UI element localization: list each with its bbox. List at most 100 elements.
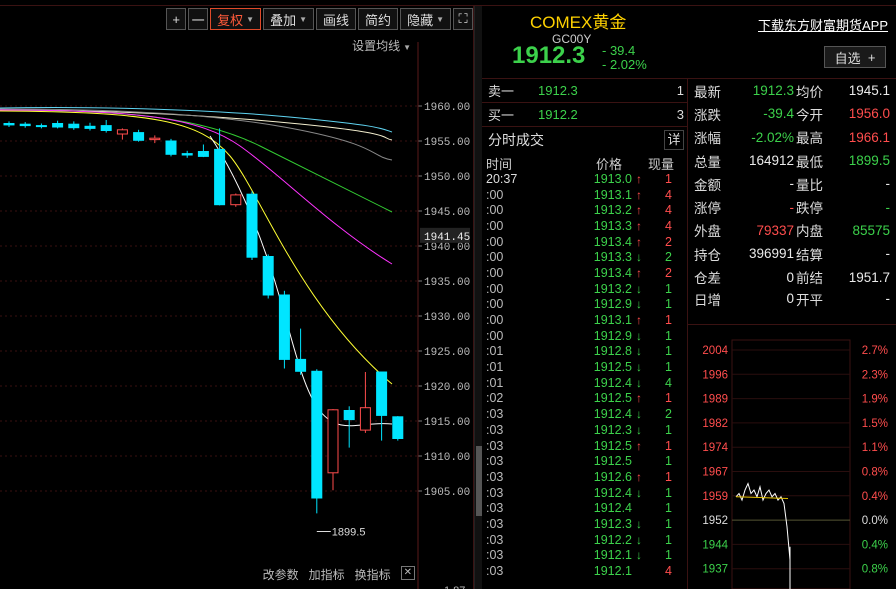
arrow-down-icon: ↓ <box>636 328 642 343</box>
stat-label: 外盘 <box>694 224 721 240</box>
adjust-button[interactable]: 复权 ▼ <box>210 8 262 30</box>
tick-time: :00 <box>486 328 504 343</box>
tick-row: :03 1912.6 ↑ 1 <box>486 469 686 485</box>
tick-price: 1912.9 <box>593 297 632 312</box>
tick-volume: 1 <box>665 454 672 469</box>
candle-body <box>52 123 64 128</box>
bid-price: 1912.2 <box>538 106 578 122</box>
candle-body <box>278 294 290 360</box>
chevron-down-icon: ▼ <box>403 43 411 52</box>
arrow-down-icon: ↓ <box>636 407 642 422</box>
hide-button[interactable]: 隐藏 ▼ <box>400 8 451 30</box>
zoom-in-button[interactable]: + <box>166 8 187 30</box>
tick-volume: 1 <box>665 438 672 453</box>
swap-indicator-link[interactable]: 换指标 <box>355 566 391 583</box>
intraday-mini-chart[interactable]: 2004 2.7% 1996 2.3% 1989 1.9% 1982 1.5% 1974 1.1%… <box>688 334 896 589</box>
tick-price: 1912.4 <box>593 501 632 516</box>
ma-setting-link[interactable]: 设置均线 ▼ <box>352 37 411 54</box>
fullscreen-icon[interactable]: ⛶ <box>453 8 473 30</box>
tick-time: :03 <box>486 564 504 579</box>
ticks-list[interactable]: 20:37 1913.0 ↑ 1:00 1913.1 ↑ 4:00 1913.2 ↑ 4:00 19… <box>486 171 686 579</box>
stat-row: 涨幅 -2.02% 最高 1966.1 <box>694 126 890 149</box>
y-tick-label: 1935.00 <box>424 277 470 289</box>
stat-value: -39.4 <box>763 106 794 122</box>
y-tick-label: 1905.00 <box>424 487 470 499</box>
mini-left-label: 1989 <box>702 394 728 406</box>
tick-time: :00 <box>486 250 504 265</box>
add-indicator-link[interactable]: 加指标 <box>309 566 345 583</box>
simple-mode-button[interactable]: 简约 <box>358 8 399 30</box>
tick-price: 1912.3 <box>593 422 632 437</box>
candle-body <box>295 358 307 372</box>
tick-time: :01 <box>486 360 504 375</box>
y-tick-label: 1910.00 <box>424 452 470 464</box>
tick-time: :03 <box>486 548 504 563</box>
stat-value: - <box>885 176 891 192</box>
tick-volume: 1 <box>665 485 672 500</box>
tick-volume: 2 <box>665 407 672 422</box>
mini-right-label: 0.8% <box>862 564 888 576</box>
divider <box>687 324 896 325</box>
candle-body <box>149 137 161 141</box>
ticks-detail-button[interactable]: 详 <box>664 130 684 150</box>
tick-row: :00 1912.9 ↓ 1 <box>486 328 686 344</box>
tick-price: 1912.1 <box>593 564 632 579</box>
hide-label: 隐藏 <box>407 12 434 28</box>
add-watchlist-button[interactable]: 自选 + <box>824 46 886 68</box>
stat-row: 外盘 79337 内盘 85575 <box>694 219 890 242</box>
tick-row: :01 1912.5 ↓ 1 <box>486 359 686 375</box>
candle-body <box>262 256 274 296</box>
tick-volume: 1 <box>665 344 672 359</box>
change-params-link[interactable]: 改参数 <box>263 566 299 583</box>
kline-chart[interactable]: 1960.001955.001950.001945.001940.001935.… <box>0 6 474 589</box>
arrow-down-icon: ↓ <box>636 532 642 547</box>
tick-volume: 4 <box>665 564 672 579</box>
draw-line-button[interactable]: 画线 <box>316 8 357 30</box>
chart-toolbar: + 一 复权 ▼ 叠加 ▼ 画线 简约 隐藏 ▼ ⛶ <box>166 8 473 30</box>
stat-value: - <box>885 199 891 215</box>
tick-price: 1912.5 <box>593 454 632 469</box>
adjust-label: 复权 <box>217 12 244 28</box>
overlay-label: 叠加 <box>270 12 297 28</box>
tick-price: 1913.0 <box>593 171 632 186</box>
y-tick-label: 1920.00 <box>424 382 470 394</box>
tick-price: 1913.2 <box>593 281 632 296</box>
tick-time: :02 <box>486 391 504 406</box>
arrow-down-icon: ↓ <box>636 297 642 312</box>
arrow-up-icon: ↑ <box>636 187 642 202</box>
chart-scrollbar[interactable] <box>474 6 482 589</box>
stat-label: 日增 <box>694 292 721 308</box>
tick-time: :00 <box>486 297 504 312</box>
y-tick-label: 1955.00 <box>424 137 470 149</box>
candle-body <box>68 123 80 129</box>
arrow-down-icon: ↓ <box>636 516 642 531</box>
tick-row: :00 1912.9 ↓ 1 <box>486 297 686 313</box>
tick-row: :03 1912.1 4 <box>486 563 686 579</box>
arrow-up-icon: ↑ <box>636 469 642 484</box>
tick-row: :03 1912.2 ↓ 1 <box>486 532 686 548</box>
stat-label: 最低 <box>796 154 823 170</box>
kline-chart-panel[interactable]: 1960.00 1955.00 1950.00 1945.00 1940.00 1935.… <box>0 6 474 589</box>
mini-left-label: 2004 <box>702 345 728 357</box>
overlay-button[interactable]: 叠加 ▼ <box>263 8 315 30</box>
tick-price: 1912.2 <box>593 532 632 547</box>
tick-row: :03 1912.4 ↓ 2 <box>486 406 686 422</box>
download-app-link[interactable]: 下载东方财富期货APP <box>758 15 888 34</box>
tick-volume: 4 <box>665 187 672 202</box>
tick-volume: 1 <box>665 532 672 547</box>
candle-body <box>35 125 47 128</box>
ma-line <box>0 108 393 161</box>
tick-row: :03 1912.1 ↓ 1 <box>486 548 686 564</box>
arrow-up-icon: ↑ <box>636 265 642 280</box>
tick-time: :00 <box>486 187 504 202</box>
arrow-down-icon: ↓ <box>636 281 642 296</box>
stat-label: 涨跌 <box>694 107 721 123</box>
tick-time: 20:37 <box>486 171 518 186</box>
zoom-out-button[interactable]: 一 <box>188 8 209 30</box>
tick-row: :03 1912.3 ↓ 1 <box>486 516 686 532</box>
stat-label: 开平 <box>796 292 823 308</box>
close-icon[interactable]: ✕ <box>400 566 415 580</box>
quote-panel: COMEX黄金 GC00Y 1912.3 - 39.4 - 2.02% 下载东方… <box>482 6 896 589</box>
stat-label: 涨幅 <box>694 131 721 147</box>
tick-time: :03 <box>486 422 504 437</box>
